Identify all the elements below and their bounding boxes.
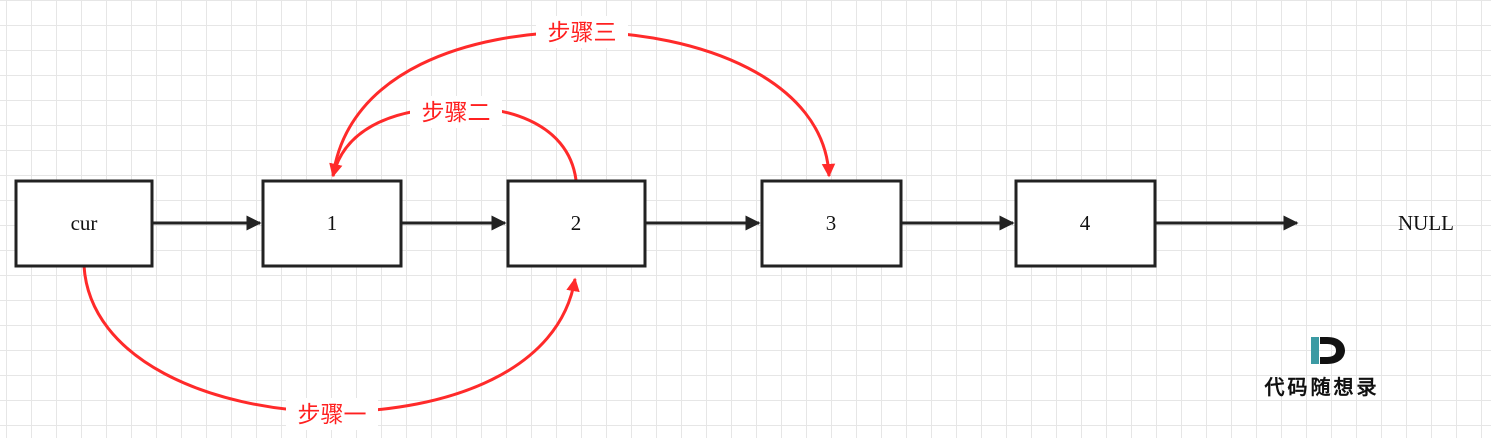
linked-list-diagram: 步骤一 步骤二 步骤三 cur 1 2 3 4 NULL 代码随想录	[14, 16, 1454, 430]
step2-label: 步骤二	[422, 100, 491, 126]
node-cur: cur	[14, 179, 154, 268]
step3-curve	[331, 30, 836, 178]
step3-label: 步骤三	[548, 20, 617, 46]
node-1: 1	[261, 179, 403, 268]
watermark-logo: 代码随想录	[1264, 337, 1380, 399]
node-4-label: 4	[1080, 211, 1091, 235]
node-1-label: 1	[327, 211, 338, 235]
step1-label: 步骤一	[298, 402, 367, 428]
watermark-text: 代码随想录	[1264, 375, 1380, 399]
null-label: NULL	[1398, 211, 1454, 235]
node-cur-label: cur	[71, 211, 98, 235]
node-3-label: 3	[826, 211, 837, 235]
node-4: 4	[1014, 179, 1157, 268]
node-3: 3	[760, 179, 903, 268]
node-2-label: 2	[571, 211, 582, 235]
d-logo-icon	[1311, 337, 1345, 364]
node-2: 2	[506, 179, 647, 268]
step1-curve	[82, 265, 580, 414]
diagram-canvas: 步骤一 步骤二 步骤三 cur 1 2 3 4 NULL 代码随想录	[0, 0, 1491, 438]
